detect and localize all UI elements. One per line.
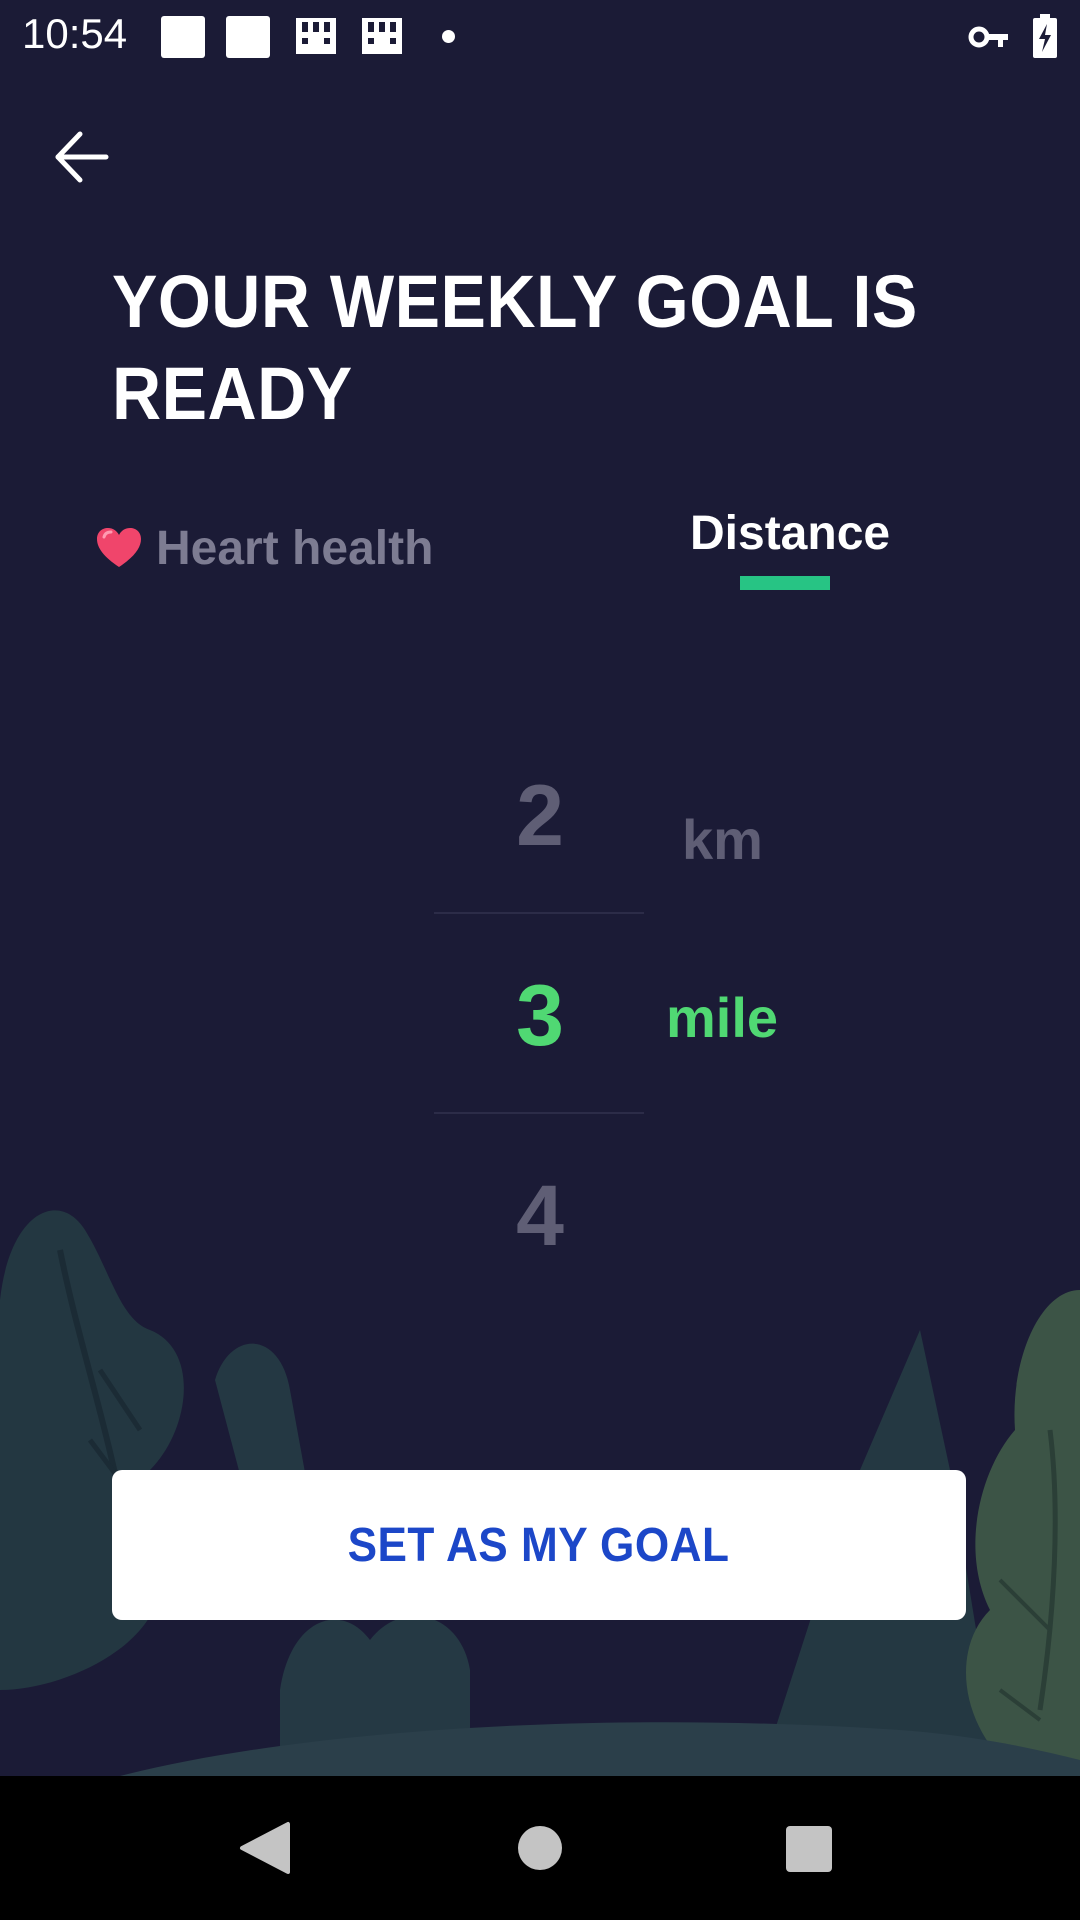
unit-option-mile[interactable]: mile (666, 983, 778, 1053)
grid-app-icon (362, 18, 402, 54)
tab-heart-health[interactable]: Heart health (96, 518, 433, 578)
nav-recents-icon[interactable] (786, 1826, 832, 1872)
tab-distance[interactable]: Distance (690, 506, 891, 596)
system-nav-bar (0, 1776, 1080, 1920)
grid-app-icon (296, 18, 336, 54)
page-title: YOUR WEEKLY GOAL IS READY (112, 260, 918, 435)
notification-square-icon (161, 16, 205, 58)
status-bar: 10:54 (0, 0, 1080, 72)
nav-home-icon[interactable] (518, 1826, 562, 1870)
vpn-key-icon (968, 26, 1008, 48)
picker-divider (434, 912, 644, 914)
tab-heart-health-label: Heart health (156, 521, 434, 575)
tab-distance-label: Distance (690, 507, 891, 560)
set-goal-button[interactable]: SET AS MY GOAL (112, 1470, 966, 1620)
unit-option-km[interactable]: km (682, 805, 763, 875)
notification-square-icon (226, 16, 270, 58)
picker-divider (434, 1112, 644, 1114)
set-goal-button-label: SET AS MY GOAL (348, 1518, 730, 1572)
picker-value-selected[interactable]: 3 (440, 966, 640, 1066)
back-button[interactable] (50, 124, 116, 190)
status-time: 10:54 (22, 10, 128, 57)
battery-charging-icon (1033, 14, 1057, 58)
arrow-left-icon (55, 131, 109, 183)
picker-value-above[interactable]: 2 (440, 766, 640, 866)
heart-icon (97, 528, 141, 567)
nav-back-icon[interactable] (238, 1820, 290, 1876)
tab-selected-indicator (740, 576, 830, 590)
dot-icon (442, 30, 455, 43)
